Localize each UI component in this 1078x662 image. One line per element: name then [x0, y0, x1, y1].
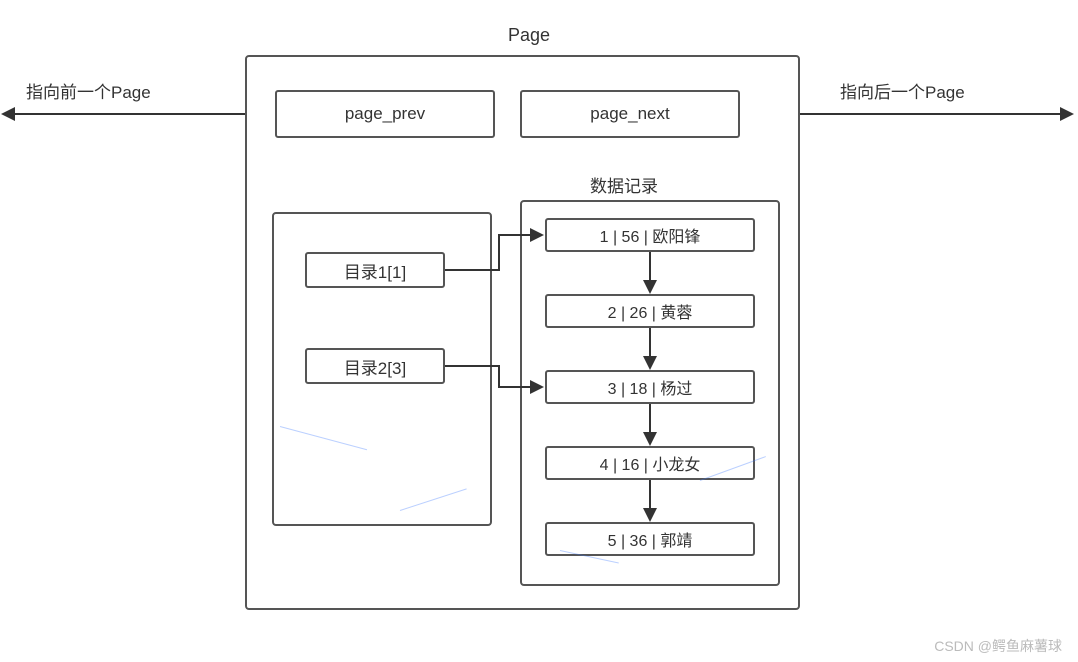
arrow-r3-r4-head	[643, 432, 657, 446]
arrow-r4-r5-line	[649, 480, 651, 510]
dir2-arrow-head	[530, 380, 544, 394]
arrow-r3-r4-line	[649, 404, 651, 434]
watermark-text: CSDN @鳄鱼麻薯球	[934, 636, 1062, 656]
prev-arrow-line	[15, 113, 245, 115]
directory-entry-2: 目录2[3]	[305, 348, 445, 384]
arrow-r2-r3-line	[649, 328, 651, 358]
arrow-r1-r2-head	[643, 280, 657, 294]
dir1-conn-h2	[498, 234, 532, 236]
page-title: Page	[508, 25, 550, 46]
directory-entry-1: 目录1[1]	[305, 252, 445, 288]
dir1-arrow-head	[530, 228, 544, 242]
record-1: 1 | 56 | 欧阳锋	[545, 218, 755, 252]
dir1-conn-h	[445, 269, 500, 271]
arrow-r2-r3-head	[643, 356, 657, 370]
arrow-r1-r2-line	[649, 252, 651, 282]
next-label: 指向后一个Page	[840, 78, 965, 103]
prev-arrow-head	[1, 107, 15, 121]
arrow-r4-r5-head	[643, 508, 657, 522]
page-prev-box: page_prev	[275, 90, 495, 138]
page-next-box: page_next	[520, 90, 740, 138]
prev-label: 指向前一个Page	[26, 78, 151, 103]
next-arrow-head	[1060, 107, 1074, 121]
record-4: 4 | 16 | 小龙女	[545, 446, 755, 480]
record-3: 3 | 18 | 杨过	[545, 370, 755, 404]
record-2: 2 | 26 | 黄蓉	[545, 294, 755, 328]
dir2-conn-v	[498, 365, 500, 387]
dir2-conn-h	[445, 365, 500, 367]
dir1-conn-v	[498, 235, 500, 271]
diagram-canvas: Page 指向前一个Page 指向后一个Page page_prev page_…	[0, 0, 1078, 662]
dir2-conn-h2	[498, 386, 532, 388]
record-5: 5 | 36 | 郭靖	[545, 522, 755, 556]
next-arrow-line	[800, 113, 1060, 115]
records-title: 数据记录	[590, 172, 658, 197]
